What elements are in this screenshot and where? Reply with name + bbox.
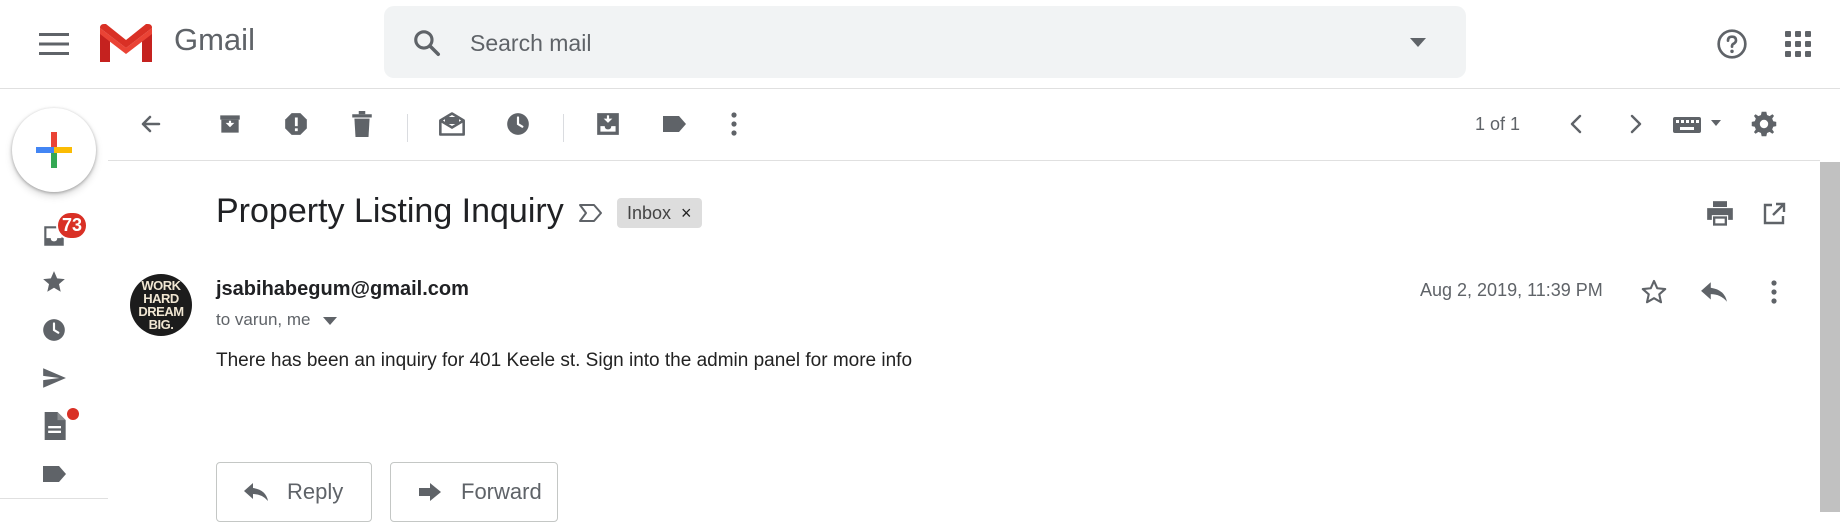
sender-avatar[interactable]: WORK HARD DREAM BIG. (130, 274, 192, 336)
snooze-icon[interactable] (498, 106, 538, 142)
pagination-text: 1 of 1 (1475, 114, 1521, 134)
email-subject: Property Listing Inquiry (216, 192, 564, 230)
remove-label-icon[interactable]: × (681, 203, 692, 224)
gmail-wordmark[interactable]: Gmail (174, 22, 255, 58)
email-date: Aug 2, 2019, 11:39 PM (1420, 280, 1603, 300)
inbox-label-chip: Inbox × (617, 198, 702, 228)
scrollbar[interactable] (1820, 162, 1840, 512)
reply-icon[interactable] (1694, 274, 1734, 310)
more-vert-icon[interactable] (1760, 274, 1788, 310)
mark-unread-icon[interactable] (432, 106, 472, 142)
label-text: Inbox (627, 202, 672, 223)
star-icon[interactable] (1636, 274, 1672, 310)
search-input[interactable] (468, 24, 1372, 62)
label-icon[interactable] (654, 106, 694, 142)
reply-label: Reply (287, 479, 344, 504)
reply-icon (243, 481, 269, 503)
gmail-logo[interactable] (98, 22, 154, 64)
compose-button[interactable] (12, 108, 96, 192)
delete-icon[interactable] (342, 106, 382, 142)
recipients-text: to varun, me (216, 310, 311, 329)
back-arrow-icon[interactable] (130, 106, 170, 142)
rail-divider (0, 498, 108, 499)
settings-icon[interactable] (1744, 106, 1784, 142)
avatar-image-text: WORK HARD DREAM BIG. (138, 278, 184, 332)
menu-icon[interactable] (32, 26, 76, 62)
move-to-icon[interactable] (588, 106, 628, 142)
star-icon[interactable] (36, 264, 72, 300)
search-bar[interactable] (384, 6, 1466, 78)
message-toolbar (108, 88, 1820, 161)
clock-icon[interactable] (36, 312, 72, 348)
top-header: Gmail (0, 0, 1840, 89)
importance-marker-icon[interactable] (576, 198, 606, 228)
plus-icon (32, 128, 76, 172)
search-icon[interactable] (410, 26, 444, 60)
forward-icon (417, 481, 443, 503)
recipient-details-dropdown-icon[interactable] (323, 316, 338, 325)
sender-email[interactable]: jsabihabegum@gmail.com (216, 278, 469, 301)
chevron-left-icon[interactable] (1558, 106, 1594, 142)
print-icon[interactable] (1700, 196, 1740, 232)
help-icon[interactable] (1712, 24, 1752, 64)
toolbar-separator (563, 114, 564, 142)
apps-grid-icon[interactable] (1778, 24, 1818, 64)
chevron-right-icon[interactable] (1618, 106, 1654, 142)
dropdown-arrow-icon[interactable] (1404, 30, 1432, 54)
archive-icon[interactable] (210, 106, 250, 142)
more-vert-icon[interactable] (720, 106, 748, 142)
label-icon[interactable] (36, 456, 72, 492)
send-icon[interactable] (36, 360, 72, 396)
inbox-unread-badge: 73 (56, 211, 88, 240)
toolbar-separator (407, 114, 408, 142)
keyboard-icon[interactable] (1668, 106, 1728, 142)
recipients[interactable]: to varun, me (216, 310, 338, 330)
draft-indicator-dot (67, 408, 79, 420)
report-spam-icon[interactable] (276, 106, 316, 142)
forward-label: Forward (461, 479, 542, 504)
email-body: There has been an inquiry for 401 Keele … (216, 350, 913, 371)
open-in-new-window-icon[interactable] (1754, 196, 1794, 232)
forward-button[interactable]: Forward (390, 462, 558, 522)
reply-button[interactable]: Reply (216, 462, 372, 522)
